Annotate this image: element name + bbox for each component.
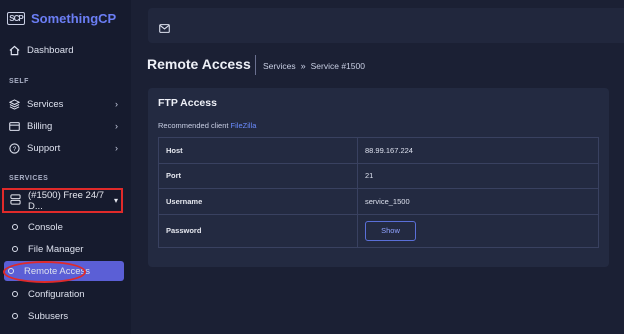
brand-name: SomethingCP bbox=[31, 10, 117, 26]
sidebar-item-support[interactable]: ? Support › bbox=[8, 139, 124, 157]
table-row: Host 88.99.167.224 bbox=[158, 137, 599, 164]
svg-text:?: ? bbox=[12, 145, 16, 152]
ftp-table: Host 88.99.167.224 Port 21 Username serv… bbox=[158, 137, 599, 248]
sidebar-item-billing[interactable]: Billing › bbox=[8, 117, 124, 135]
chevron-down-icon: ▾ bbox=[113, 196, 118, 205]
section-label-self: SELF bbox=[9, 78, 29, 85]
card-icon bbox=[8, 121, 20, 131]
help-icon: ? bbox=[8, 142, 20, 154]
bullet-icon bbox=[12, 313, 18, 319]
sidebar-item-configuration[interactable]: Configuration bbox=[8, 284, 124, 304]
sidebar-item-label: Services bbox=[27, 98, 64, 110]
ftp-access-card: FTP Access Recommended client FileZilla … bbox=[148, 88, 609, 267]
table-row: Port 21 bbox=[158, 162, 599, 189]
bullet-icon bbox=[12, 224, 18, 230]
password-cell: Show bbox=[357, 213, 599, 248]
table-row: Username service_1500 bbox=[158, 188, 599, 215]
server-icon bbox=[10, 193, 21, 208]
section-label-services: SERVICES bbox=[9, 175, 49, 182]
highlight-ring bbox=[3, 261, 86, 283]
recommended-label: Recommended client bbox=[158, 121, 229, 130]
top-bar bbox=[148, 8, 624, 43]
brand[interactable]: SCP SomethingCP bbox=[7, 8, 116, 28]
breadcrumb-current: Service #1500 bbox=[310, 61, 365, 71]
page-title: Remote Access bbox=[147, 56, 251, 72]
service-select[interactable]: (#1500) Free 24/7 D... ▾ bbox=[2, 188, 123, 213]
card-title: FTP Access bbox=[158, 97, 217, 109]
sidebar-item-console[interactable]: Console bbox=[8, 217, 124, 237]
show-password-button[interactable]: Show bbox=[365, 220, 416, 241]
table-row: Password Show bbox=[158, 213, 599, 248]
sidebar-item-label: Support bbox=[27, 142, 61, 154]
host-value: 88.99.167.224 bbox=[357, 137, 599, 164]
recommended-client: Recommended client FileZilla bbox=[158, 121, 256, 130]
breadcrumb-separator: » bbox=[300, 61, 306, 71]
filezilla-link[interactable]: FileZilla bbox=[231, 121, 257, 130]
username-value: service_1500 bbox=[357, 188, 599, 215]
sidebar-item-label: Billing bbox=[27, 120, 53, 132]
layers-icon bbox=[8, 98, 20, 110]
title-divider bbox=[255, 55, 256, 75]
chevron-right-icon: › bbox=[115, 143, 118, 153]
sidebar-item-label: Subusers bbox=[28, 310, 69, 322]
brand-logo: SCP bbox=[7, 11, 25, 25]
sidebar-item-label: Console bbox=[28, 221, 63, 233]
breadcrumb: Services » Service #1500 bbox=[263, 61, 365, 71]
host-label: Host bbox=[158, 137, 358, 164]
sidebar-item-subusers[interactable]: Subusers bbox=[8, 306, 124, 326]
breadcrumb-link[interactable]: Services bbox=[263, 61, 296, 71]
password-label: Password bbox=[158, 213, 358, 248]
port-value: 21 bbox=[357, 162, 599, 189]
mail-icon[interactable] bbox=[159, 20, 170, 38]
chevron-right-icon: › bbox=[115, 99, 118, 109]
sidebar-item-services[interactable]: Services › bbox=[8, 95, 124, 113]
sidebar: SCP SomethingCP Dashboard SELF Services … bbox=[0, 0, 131, 334]
bullet-icon bbox=[12, 246, 18, 252]
port-label: Port bbox=[158, 162, 358, 189]
sidebar-item-label: Dashboard bbox=[27, 44, 74, 56]
home-icon bbox=[8, 45, 20, 56]
sidebar-item-file-manager[interactable]: File Manager bbox=[8, 239, 124, 259]
chevron-right-icon: › bbox=[115, 121, 118, 131]
sidebar-item-label: File Manager bbox=[28, 243, 84, 255]
service-select-label: (#1500) Free 24/7 D... bbox=[28, 189, 105, 212]
bullet-icon bbox=[12, 291, 18, 297]
username-label: Username bbox=[158, 188, 358, 215]
sidebar-item-label: Configuration bbox=[28, 288, 85, 300]
sidebar-item-dashboard[interactable]: Dashboard bbox=[8, 41, 124, 59]
